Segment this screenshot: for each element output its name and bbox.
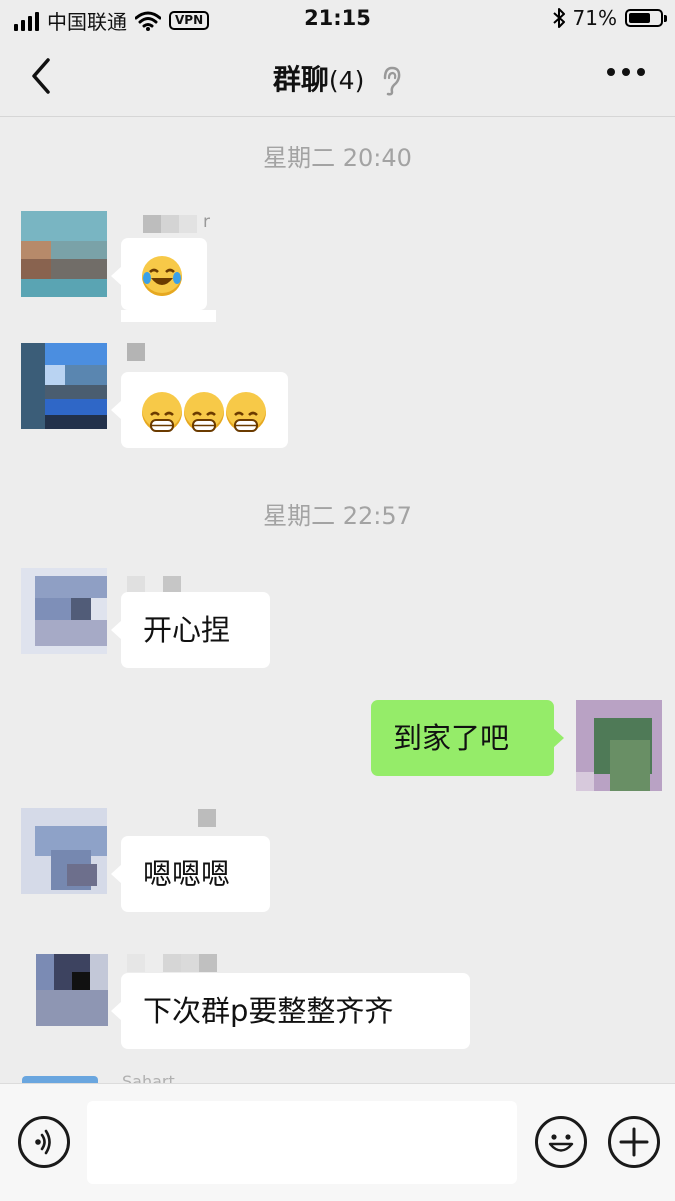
- message-bubble[interactable]: [111, 372, 288, 448]
- message-bubble[interactable]: 嗯嗯嗯: [111, 836, 270, 912]
- avatar-self[interactable]: [576, 700, 662, 791]
- sender-nickname: [198, 809, 216, 827]
- grinning-emoji-icon: [226, 392, 266, 432]
- battery-level-fill: [629, 13, 651, 23]
- avatar[interactable]: [21, 808, 107, 894]
- nickname-fragment: r: [203, 212, 210, 232]
- avatar[interactable]: [21, 568, 107, 654]
- nickname-partial: Sahart: [122, 1072, 175, 1083]
- emoji-button[interactable]: [535, 1116, 587, 1168]
- avatar[interactable]: [21, 211, 107, 297]
- chat-title: 群聊(4): [0, 58, 675, 98]
- grinning-emoji-icon: [142, 392, 182, 432]
- message-bubble[interactable]: [111, 238, 207, 310]
- message-bubble-sent[interactable]: 到家了吧: [371, 700, 564, 776]
- emoji-icon: [548, 1134, 574, 1152]
- bubble-tail-fragment: [121, 310, 216, 322]
- plus-icon: [619, 1127, 649, 1157]
- tears-of-joy-emoji-icon: [142, 256, 182, 296]
- more-dots-icon: [607, 68, 615, 76]
- message-input[interactable]: [87, 1101, 517, 1184]
- bluetooth-icon: [552, 8, 565, 28]
- chat-header: 群聊(4): [0, 38, 675, 117]
- group-name: 群聊: [272, 63, 329, 96]
- status-bar: 中国联通 VPN 21:15 71%: [0, 0, 675, 38]
- more-functions-button[interactable]: [608, 1116, 660, 1168]
- voice-button[interactable]: [18, 1116, 70, 1168]
- input-bar: [0, 1083, 675, 1201]
- sender-nickname: [127, 954, 217, 972]
- grinning-emoji-icon: [184, 392, 224, 432]
- more-button[interactable]: [607, 68, 645, 76]
- ear-icon: [383, 66, 401, 96]
- time-separator: 星期二 20:40: [263, 144, 412, 172]
- voice-icon: [35, 1129, 51, 1155]
- avatar[interactable]: [36, 954, 108, 1026]
- avatar[interactable]: [21, 343, 107, 429]
- status-right: 71%: [552, 6, 667, 30]
- battery-percent: 71%: [572, 6, 617, 30]
- sender-nickname: [127, 343, 145, 361]
- sender-nickname: r: [143, 212, 210, 233]
- battery-icon: [625, 9, 667, 27]
- time-separator: 星期二 22:57: [263, 502, 412, 530]
- message-bubble[interactable]: 下次群p要整整齐齐: [111, 973, 470, 1049]
- member-count: (4): [328, 66, 365, 95]
- message-bubble[interactable]: 开心捏: [111, 592, 270, 668]
